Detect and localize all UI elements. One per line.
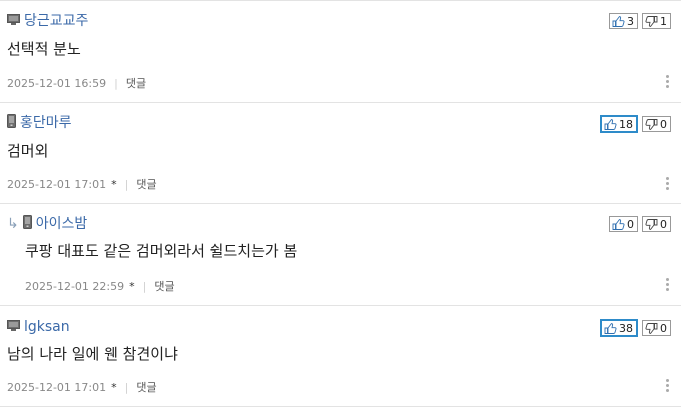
dislike-button[interactable]: 0: [642, 116, 671, 132]
comment-author: lgksan: [7, 317, 70, 336]
like-button[interactable]: 0: [609, 216, 638, 232]
like-button[interactable]: 38: [600, 319, 638, 337]
comment-text: 검머외: [7, 142, 49, 160]
vote-buttons: 0 0: [609, 216, 671, 232]
dislike-button[interactable]: 1: [642, 13, 671, 29]
dislike-count: 0: [660, 321, 667, 335]
comment-item: 당근교교주 3 1 선택적 분노 2025-12-01 16:59 | 댓글: [0, 1, 681, 103]
comment-item: ↳ 아이스밤 0 0 쿠팡 대표도 같은 검머외라서 쉴드치는가 봄 2025-…: [0, 204, 681, 306]
more-options-icon[interactable]: [666, 379, 669, 392]
author-name[interactable]: 아이스밤: [36, 215, 88, 233]
like-count: 38: [619, 321, 633, 335]
like-count: 18: [619, 117, 633, 131]
vote-buttons: 18 0: [600, 115, 671, 133]
thumbs-down-icon: [645, 218, 658, 230]
comment-date: 2025-12-01 16:59: [7, 77, 107, 90]
reply-link[interactable]: 댓글: [136, 381, 156, 395]
more-options-icon[interactable]: [666, 177, 669, 190]
mobile-icon: [7, 113, 16, 132]
comment-date: 2025-12-01 22:59: [25, 280, 125, 293]
comment-item: lgksan 38 0 남의 나라 일에 웬 참견이냐 2025-12-01 1…: [0, 306, 681, 407]
author-name[interactable]: 당근교교주: [24, 12, 88, 30]
comment-meta: 2025-12-01 17:01 * | 댓글: [7, 178, 157, 192]
more-options-icon[interactable]: [666, 75, 669, 88]
reply-link[interactable]: 댓글: [126, 77, 146, 91]
reply-link[interactable]: 댓글: [136, 178, 156, 192]
thumbs-down-icon: [645, 322, 658, 334]
like-button[interactable]: 3: [609, 13, 638, 29]
dislike-count: 1: [660, 14, 667, 28]
mobile-mark: *: [111, 178, 117, 191]
thumbs-up-icon: [604, 118, 617, 130]
like-count: 0: [627, 217, 634, 231]
vote-buttons: 3 1: [609, 13, 671, 29]
reply-arrow-icon: ↳: [7, 215, 19, 232]
pc-icon: [7, 11, 20, 30]
thumbs-down-icon: [645, 15, 658, 27]
meta-divider: |: [124, 381, 129, 394]
dislike-count: 0: [660, 117, 667, 131]
comment-meta: 2025-12-01 16:59 | 댓글: [7, 77, 146, 91]
thumbs-down-icon: [645, 118, 658, 130]
meta-divider: |: [114, 77, 118, 90]
pc-icon: [7, 317, 20, 336]
more-options-icon[interactable]: [666, 278, 669, 291]
mobile-mark: *: [111, 381, 117, 394]
comment-text: 쿠팡 대표도 같은 검머외라서 쉴드치는가 봄: [25, 242, 298, 260]
like-button[interactable]: 18: [600, 115, 638, 133]
meta-divider: |: [142, 280, 147, 293]
comment-author: ↳ 아이스밤: [7, 214, 87, 233]
comment-date: 2025-12-01 17:01: [7, 178, 107, 191]
reply-link[interactable]: 댓글: [154, 280, 174, 294]
comment-author: 당근교교주: [7, 11, 88, 30]
dislike-button[interactable]: 0: [642, 320, 671, 336]
like-count: 3: [627, 14, 634, 28]
author-name[interactable]: 홍단마루: [20, 114, 72, 132]
dislike-button[interactable]: 0: [642, 216, 671, 232]
mobile-icon: [22, 214, 32, 233]
mobile-mark: *: [129, 280, 135, 293]
comment-meta: 2025-12-01 22:59 * | 댓글: [25, 280, 175, 294]
comment-text: 선택적 분노: [7, 40, 81, 58]
author-name[interactable]: lgksan: [24, 318, 70, 336]
meta-divider: |: [124, 178, 129, 191]
comment-text: 남의 나라 일에 웬 참견이냐: [7, 345, 178, 363]
comment-meta: 2025-12-01 17:01 * | 댓글: [7, 381, 157, 395]
comment-author: 홍단마루: [7, 113, 72, 132]
thumbs-up-icon: [612, 218, 625, 230]
thumbs-up-icon: [604, 322, 617, 334]
vote-buttons: 38 0: [600, 319, 671, 337]
dislike-count: 0: [660, 217, 667, 231]
comment-date: 2025-12-01 17:01: [7, 381, 107, 394]
comment-item: 홍단마루 18 0 검머외 2025-12-01 17:01 * | 댓글: [0, 103, 681, 204]
thumbs-up-icon: [612, 15, 625, 27]
